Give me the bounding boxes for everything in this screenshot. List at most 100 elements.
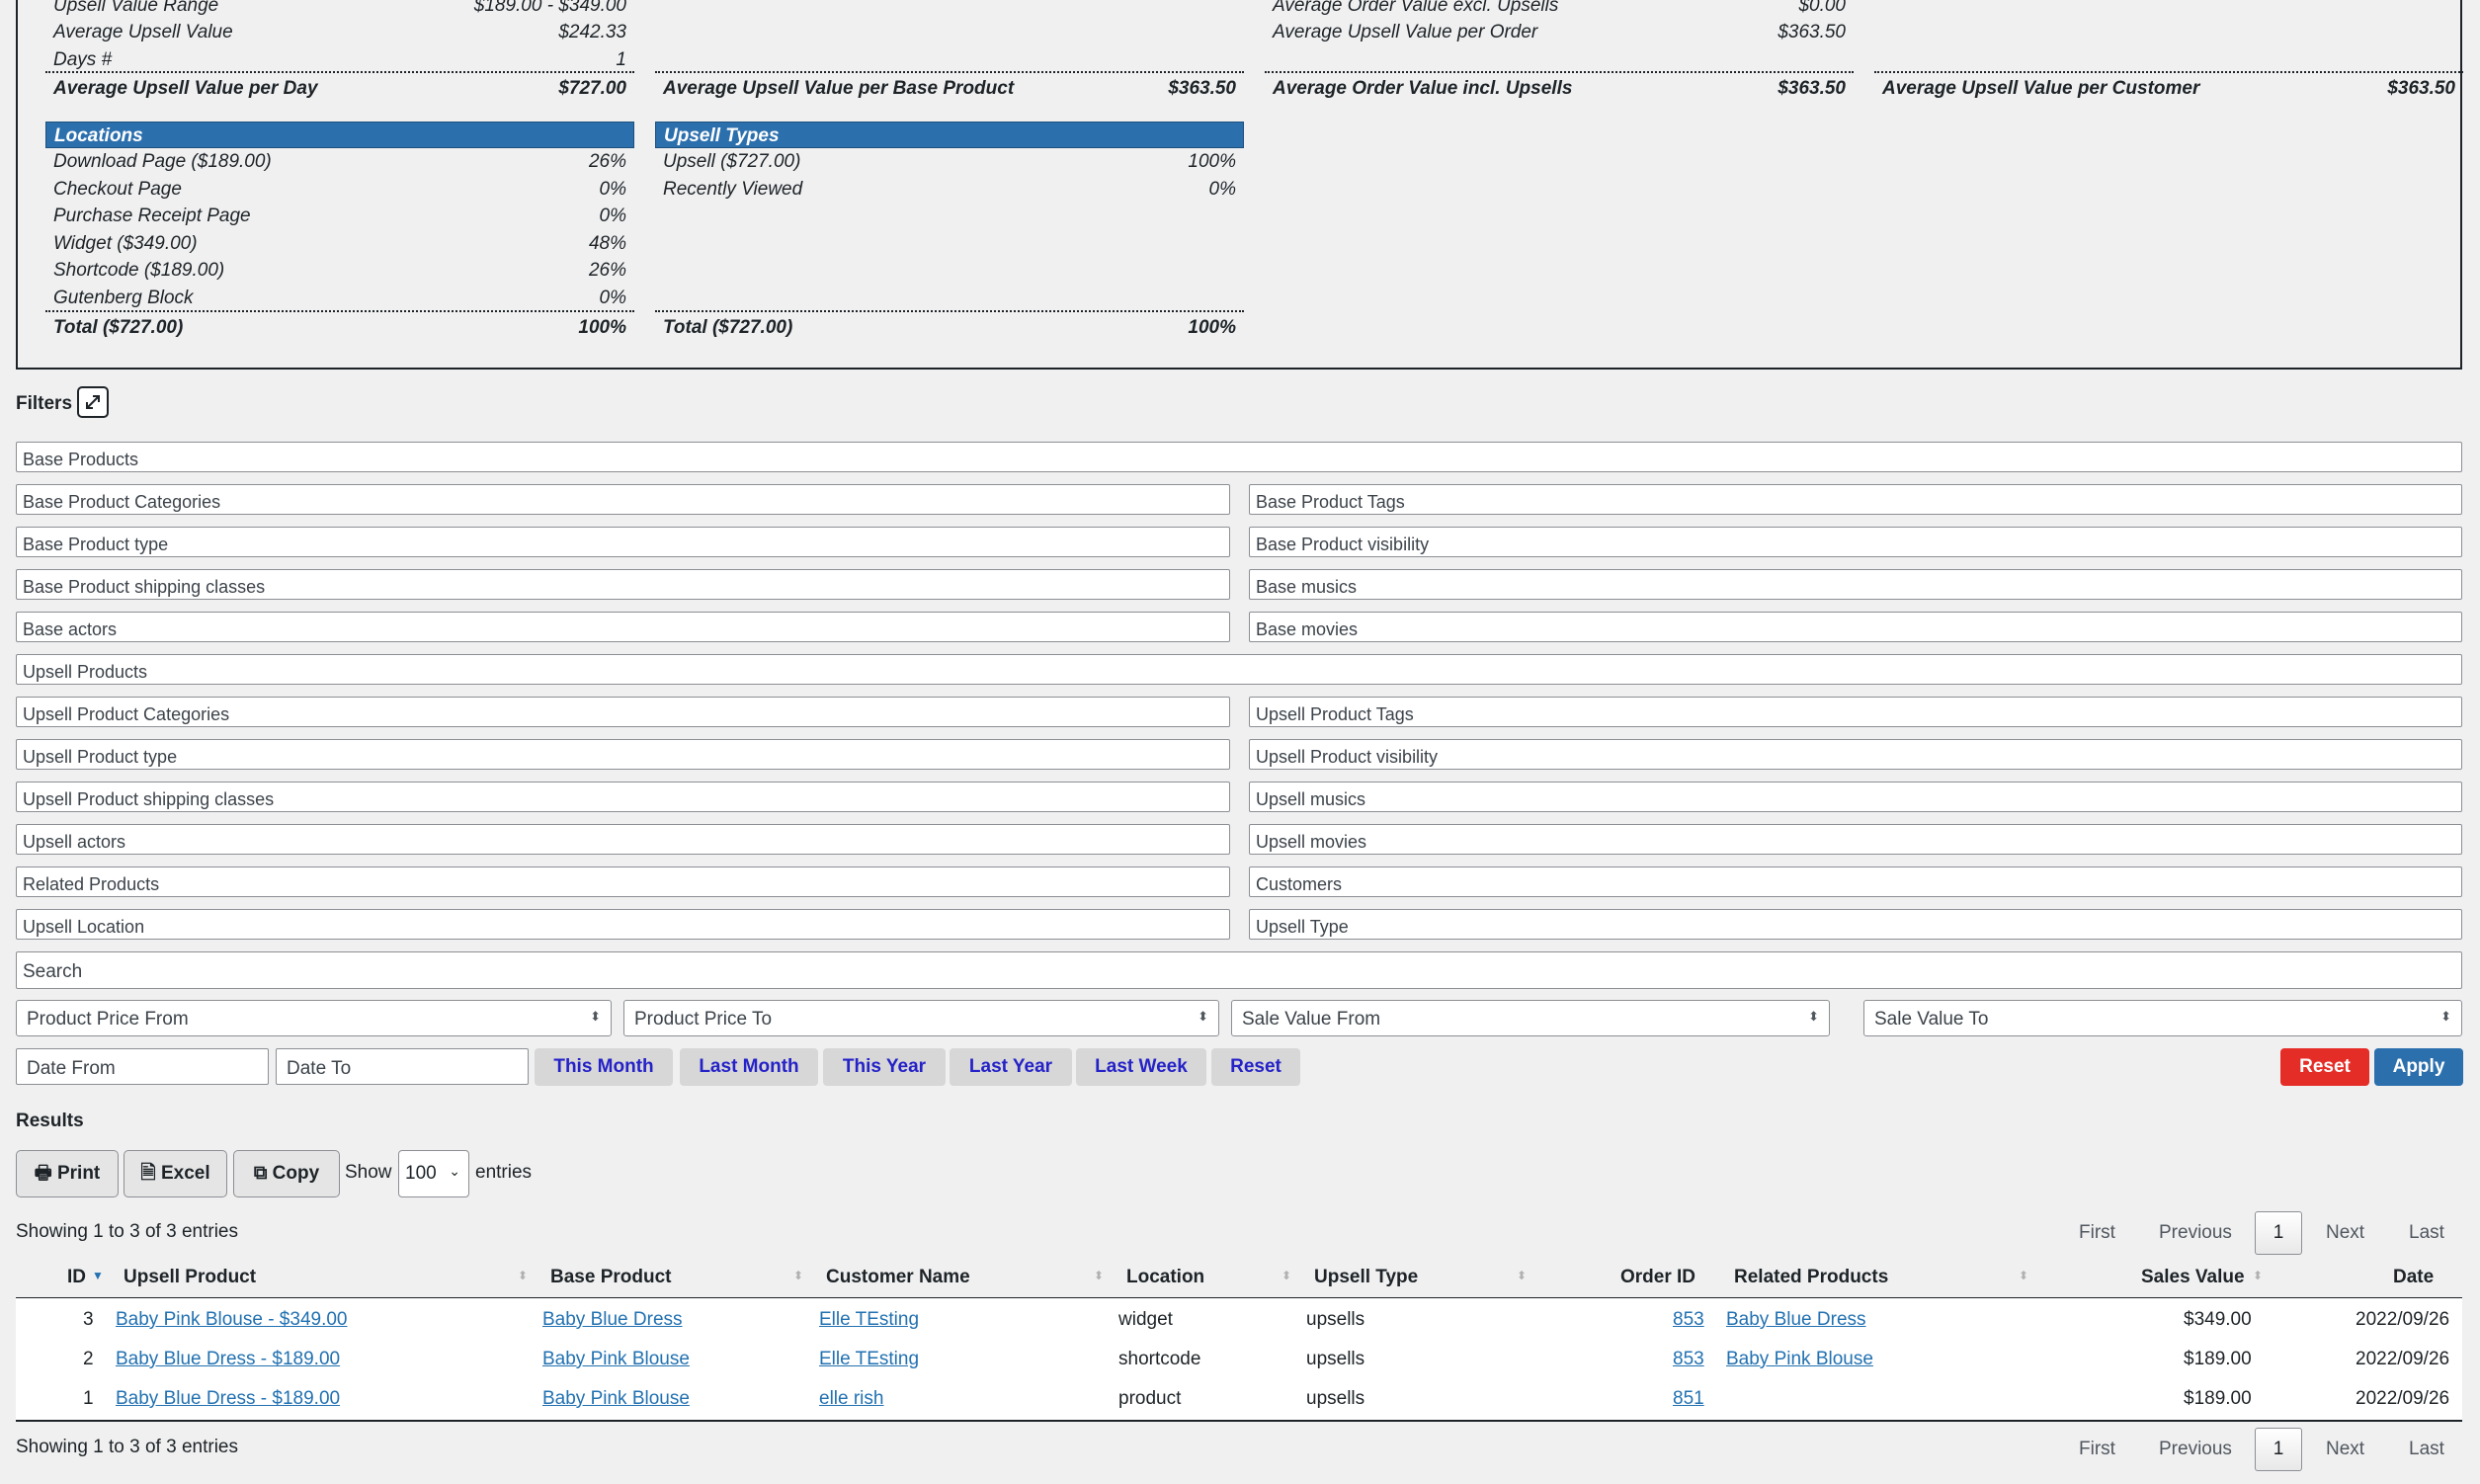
cell-order-id-link[interactable]: 851 (1673, 1388, 1704, 1410)
sale-value-from-select[interactable]: Sale Value From ⬍ (1231, 1000, 1830, 1036)
location-row: Purchase Receipt Page 0% (53, 206, 626, 226)
select-arrows-icon: ⬍ (590, 1009, 601, 1024)
sale-value-to-select[interactable]: Sale Value To ⬍ (1863, 1000, 2462, 1036)
upsell-musics-select[interactable]: Upsell musics (1249, 782, 2462, 812)
date-from-input[interactable]: Date From (16, 1048, 269, 1085)
cell-base-product-link[interactable]: Baby Pink Blouse (542, 1349, 690, 1370)
last-month-button[interactable]: Last Month (680, 1048, 818, 1086)
base-actors-select[interactable]: Base actors (16, 612, 1230, 642)
pager-last[interactable]: Last (2409, 1222, 2444, 1244)
cell-id: 2 (83, 1349, 94, 1369)
customers-select[interactable]: Customers (1249, 866, 2462, 897)
reset-dates-button[interactable]: Reset (1211, 1048, 1300, 1086)
pager-previous-bottom[interactable]: Previous (2159, 1439, 2232, 1460)
base-product-tags-select[interactable]: Base Product Tags (1249, 484, 2462, 515)
location-row: Shortcode ($189.00) 26% (53, 260, 626, 281)
col-header-location[interactable]: Location (1126, 1267, 1204, 1288)
print-label: Print (56, 1163, 101, 1184)
select-arrows-icon: ⬍ (2440, 1009, 2451, 1024)
print-button[interactable]: 🖶 Print (16, 1150, 119, 1197)
stat-total-row: Average Upsell Value per Base Product $36… (655, 71, 1244, 101)
last-year-button[interactable]: Last Year (950, 1048, 1072, 1086)
select-arrows-icon: ⬍ (1808, 1009, 1819, 1024)
cell-order-id-link[interactable]: 853 (1673, 1309, 1704, 1331)
col-header-upsell-product[interactable]: Upsell Product (124, 1267, 256, 1288)
upsell-product-categories-select[interactable]: Upsell Product Categories (16, 697, 1230, 727)
sort-icon: ⬍ (2019, 1269, 2029, 1282)
base-product-type-select[interactable]: Base Product type (16, 527, 1230, 557)
excel-button[interactable]: 🗎 Excel (124, 1150, 227, 1197)
cell-related-product-link[interactable]: Baby Blue Dress (1726, 1309, 1866, 1331)
last-week-button[interactable]: Last Week (1076, 1048, 1206, 1086)
base-movies-select[interactable]: Base movies (1249, 612, 2462, 642)
base-product-shipping-select[interactable]: Base Product shipping classes (16, 569, 1230, 600)
base-product-visibility-select[interactable]: Base Product visibility (1249, 527, 2462, 557)
cell-upsell-type: upsells (1306, 1349, 1365, 1369)
pager-first-bottom[interactable]: First (2079, 1439, 2115, 1460)
upsell-type-select[interactable]: Upsell Type (1249, 909, 2462, 940)
reset-button[interactable]: Reset (2280, 1048, 2369, 1086)
sort-icon: ⬍ (518, 1269, 529, 1282)
base-musics-select[interactable]: Base musics (1249, 569, 2462, 600)
expand-filters-button[interactable] (77, 386, 109, 418)
pager-previous[interactable]: Previous (2159, 1222, 2232, 1244)
cell-upsell-product-link[interactable]: Baby Blue Dress - $189.00 (116, 1388, 340, 1410)
related-products-select[interactable]: Related Products (16, 866, 1230, 897)
search-input[interactable]: Search (16, 951, 2462, 989)
filters-label: Filters (16, 393, 73, 414)
upsell-product-shipping-select[interactable]: Upsell Product shipping classes (16, 782, 1230, 812)
cell-related-product-link[interactable]: Baby Pink Blouse (1726, 1349, 1873, 1370)
date-to-input[interactable]: Date To (276, 1048, 529, 1085)
cell-sales-value: $189.00 (2184, 1388, 2252, 1409)
col-header-upsell-type[interactable]: Upsell Type (1314, 1267, 1418, 1288)
cell-customer-link[interactable]: Elle TEsting (819, 1309, 919, 1331)
col-header-customer-name[interactable]: Customer Name (826, 1267, 970, 1288)
this-month-button[interactable]: This Month (535, 1048, 673, 1086)
upsell-product-tags-select[interactable]: Upsell Product Tags (1249, 697, 2462, 727)
location-row: Gutenberg Block 0% (53, 288, 626, 308)
col-header-related-products[interactable]: Related Products (1734, 1267, 1888, 1288)
upsell-product-type-select[interactable]: Upsell Product type (16, 739, 1230, 770)
stat-row: Average Order Value excl. Upsells $0.00 (1273, 0, 1846, 16)
base-product-categories-select[interactable]: Base Product Categories (16, 484, 1230, 515)
table-footer-divider (16, 1420, 2462, 1422)
cell-upsell-product-link[interactable]: Baby Blue Dress - $189.00 (116, 1349, 340, 1370)
summary-panel: Upsell Value Range $189.00 - $349.00 Aver… (16, 0, 2463, 370)
upsell-products-select[interactable]: Upsell Products (16, 654, 2462, 685)
upsell-location-select[interactable]: Upsell Location (16, 909, 1230, 940)
upsell-product-visibility-select[interactable]: Upsell Product visibility (1249, 739, 2462, 770)
copy-button[interactable]: ⧉ Copy (233, 1150, 340, 1197)
this-year-button[interactable]: This Year (823, 1048, 946, 1086)
apply-button[interactable]: Apply (2374, 1048, 2463, 1086)
pager-next-bottom[interactable]: Next (2326, 1439, 2364, 1460)
sort-icon: ⬍ (793, 1269, 804, 1282)
showing-info-bottom: Showing 1 to 3 of 3 entries (16, 1437, 238, 1457)
stat-total-row: Average Order Value incl. Upsells $363.50 (1265, 71, 1854, 101)
pager-first[interactable]: First (2079, 1222, 2115, 1244)
showing-info: Showing 1 to 3 of 3 entries (16, 1221, 238, 1242)
cell-customer-link[interactable]: elle rish (819, 1388, 883, 1410)
cell-order-id-link[interactable]: 853 (1673, 1349, 1704, 1370)
upsell-movies-select[interactable]: Upsell movies (1249, 824, 2462, 855)
product-price-from-select[interactable]: Product Price From ⬍ (16, 1000, 612, 1036)
upsell-actors-select[interactable]: Upsell actors (16, 824, 1230, 855)
cell-location: shortcode (1118, 1349, 1201, 1369)
cell-base-product-link[interactable]: Baby Pink Blouse (542, 1388, 690, 1410)
base-products-select[interactable]: Base Products (16, 442, 2462, 472)
col-header-id[interactable]: ID (67, 1267, 86, 1288)
cell-upsell-product-link[interactable]: Baby Pink Blouse - $349.00 (116, 1309, 348, 1331)
col-header-order-id[interactable]: Order ID (1620, 1267, 1695, 1288)
pager-current-page[interactable]: 1 (2255, 1211, 2302, 1255)
entries-per-page-select[interactable]: 100 ⌄ (398, 1150, 469, 1197)
cell-base-product-link[interactable]: Baby Blue Dress (542, 1309, 683, 1331)
cell-customer-link[interactable]: Elle TEsting (819, 1349, 919, 1370)
copy-icon: ⧉ (253, 1163, 268, 1184)
product-price-to-label: Product Price To (634, 1009, 773, 1030)
pager-last-bottom[interactable]: Last (2409, 1439, 2444, 1460)
pager-current-page-bottom[interactable]: 1 (2255, 1428, 2302, 1471)
col-header-sales-value[interactable]: Sales Value (2141, 1267, 2245, 1288)
col-header-base-product[interactable]: Base Product (550, 1267, 671, 1288)
pager-next[interactable]: Next (2326, 1222, 2364, 1244)
product-price-to-select[interactable]: Product Price To ⬍ (623, 1000, 1219, 1036)
col-header-date[interactable]: Date (2393, 1267, 2434, 1288)
